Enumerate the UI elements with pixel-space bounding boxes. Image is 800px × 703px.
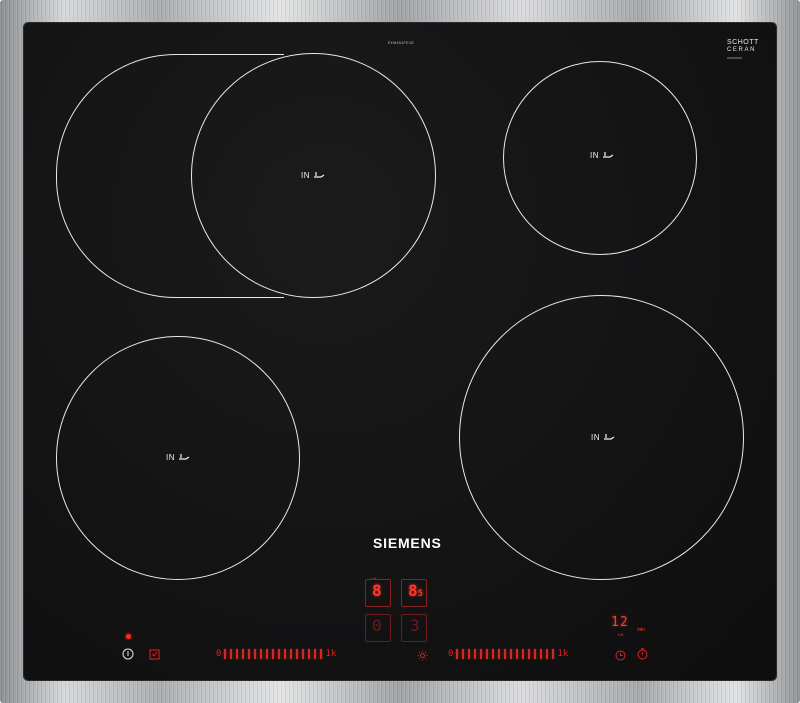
- timer-icon: [615, 650, 625, 660]
- zone-label: IN: [591, 433, 600, 442]
- power-level-digit-2: 85: [408, 581, 424, 600]
- stopwatch-icon: [637, 648, 647, 660]
- power-level-digit-4: 3: [410, 616, 420, 635]
- siemens-logo: SIEMENS: [373, 535, 442, 551]
- induction-marker-flex: IN: [301, 171, 326, 180]
- induction-marker-back-right: IN: [590, 151, 615, 160]
- slider-ticks: [456, 649, 555, 659]
- timer-unit: min: [637, 627, 646, 633]
- slider-max-label: 1k: [325, 649, 337, 659]
- power-button[interactable]: [121, 647, 135, 661]
- schott-ceran-logo: SCHOTT CERAN 000000000: [727, 39, 759, 60]
- child-lock-button[interactable]: [147, 647, 161, 661]
- stopwatch-button[interactable]: [635, 647, 649, 661]
- power-slider-right[interactable]: 0 1k: [448, 649, 568, 659]
- pan-icon: [179, 454, 190, 460]
- zone-label: IN: [590, 151, 599, 160]
- zone-label: IN: [301, 171, 310, 180]
- pan-icon: [314, 172, 325, 178]
- slider-max-label: 1k: [557, 649, 569, 659]
- timer-display: 12: [611, 615, 629, 630]
- zone-label: IN: [166, 453, 175, 462]
- power-indicator-led: [126, 634, 131, 639]
- powerboost-icon: [417, 650, 427, 660]
- slider-ticks: [224, 649, 323, 659]
- induction-marker-front-left: IN: [166, 453, 191, 462]
- child-lock-icon: [149, 649, 159, 659]
- power-slider-left[interactable]: 0 1k: [216, 649, 336, 659]
- timer-label: I-H: [618, 632, 624, 637]
- power-level-digit-1: 8: [372, 581, 382, 600]
- induction-marker-front-right: IN: [591, 433, 616, 442]
- powerboost-button[interactable]: [415, 648, 429, 662]
- power-icon: [122, 648, 134, 660]
- slider-min-label: 0: [448, 649, 454, 659]
- model-number: EH645JFE1E: [388, 40, 415, 45]
- pan-icon: [604, 434, 615, 440]
- slider-min-label: 0: [216, 649, 222, 659]
- power-level-digit-3: 0: [372, 616, 382, 635]
- timer-button[interactable]: [613, 648, 627, 662]
- pan-icon: [603, 152, 614, 158]
- ceramic-glass-cooktop: IN IN IN IN EH645JFE1E SCHOTT CERAN 0000…: [24, 23, 776, 680]
